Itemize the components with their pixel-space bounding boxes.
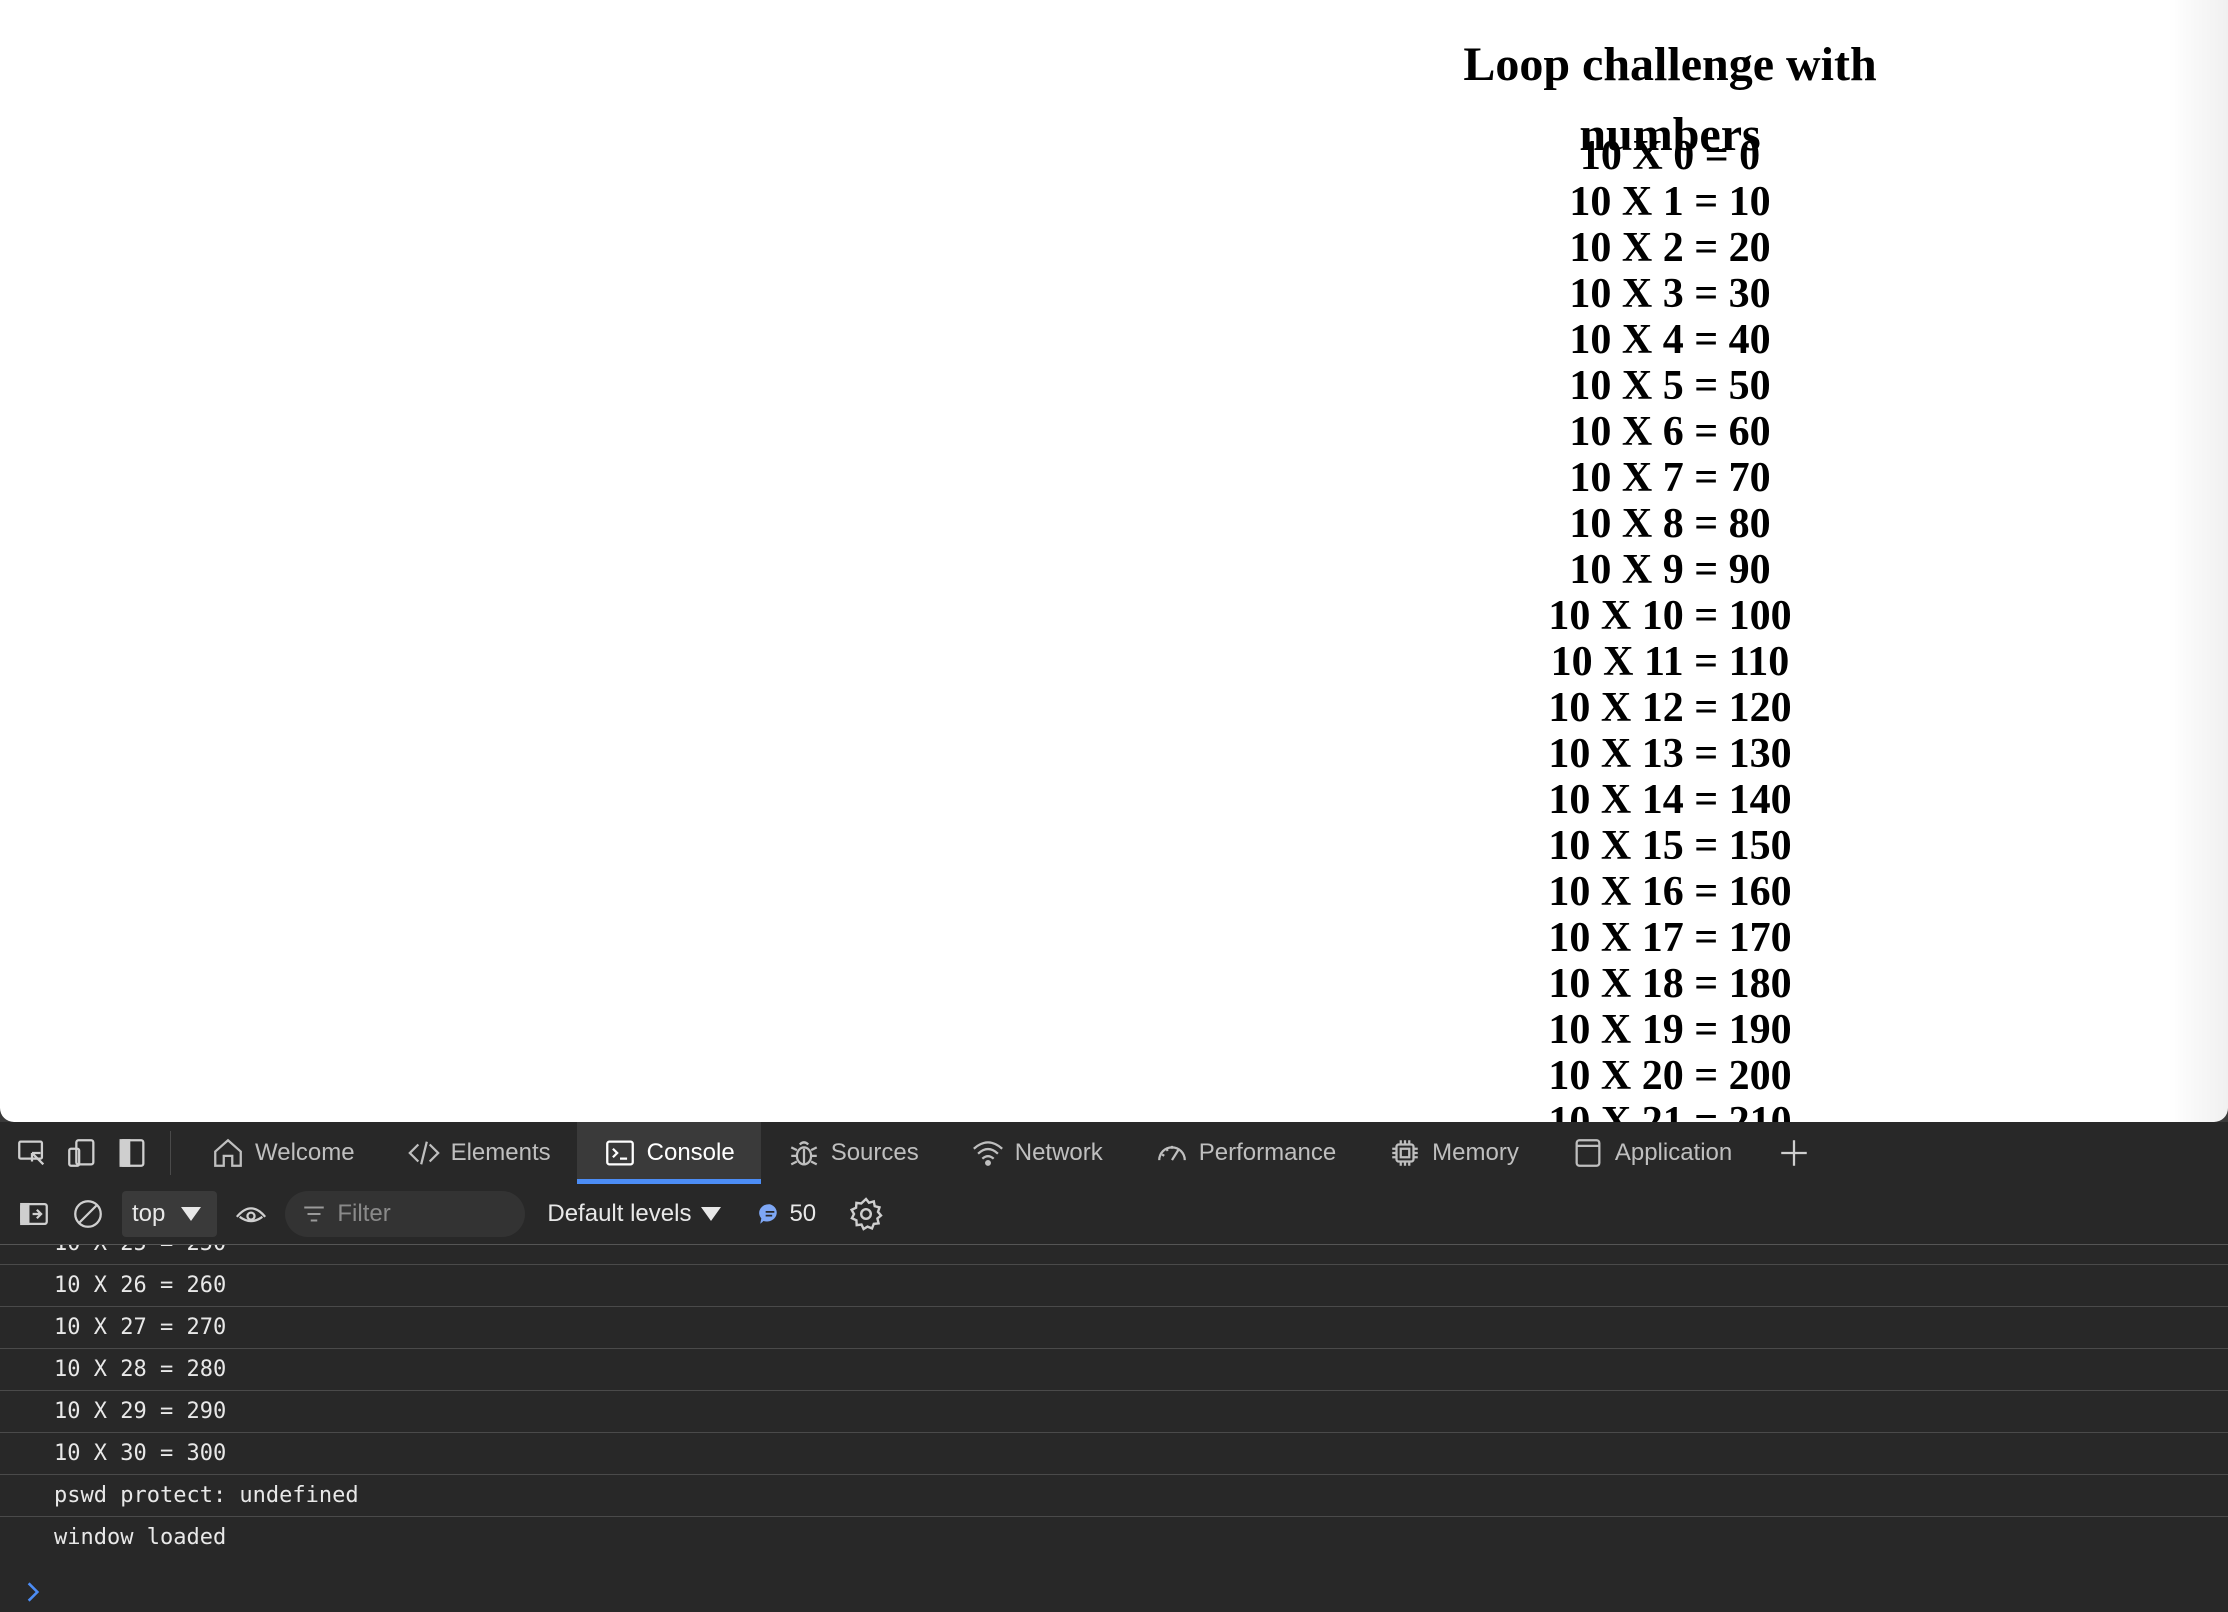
tab-elements[interactable]: Elements xyxy=(381,1122,577,1184)
tab-label: Application xyxy=(1614,1139,1733,1166)
sidebar-toggle-icon xyxy=(20,1202,48,1226)
tab-label: Performance xyxy=(1198,1139,1337,1166)
log-levels-dropdown[interactable]: Default levels xyxy=(547,1200,722,1228)
tab-console[interactable]: Console xyxy=(576,1122,761,1184)
tab-welcome[interactable]: Welcome xyxy=(185,1122,381,1184)
inspect-element-icon[interactable] xyxy=(14,1135,50,1171)
console-icon xyxy=(605,1140,634,1166)
tab-label: Console xyxy=(646,1139,735,1166)
console-message: pswd protect: undefined xyxy=(0,1475,2228,1517)
filter-box[interactable] xyxy=(285,1191,526,1237)
console-toolbar: top Default levels 50 xyxy=(0,1184,2228,1245)
dock-side-icon[interactable] xyxy=(114,1135,150,1171)
gauge-icon xyxy=(1157,1145,1186,1161)
plus-icon xyxy=(1781,1140,1808,1166)
devtools-tabbar: Welcome Elements Console Sources Network… xyxy=(0,1122,2228,1185)
list-item: 10 X 6 = 60 xyxy=(1569,409,1771,455)
chip-icon xyxy=(1392,1140,1418,1166)
list-item: 10 X 12 = 120 xyxy=(1548,685,1792,731)
list-item: 10 X 11 = 110 xyxy=(1550,639,1790,685)
list-item: 10 X 19 = 190 xyxy=(1548,1007,1792,1053)
tab-label: Welcome xyxy=(255,1139,355,1166)
home-icon xyxy=(214,1138,242,1167)
list-item: 10 X 14 = 140 xyxy=(1548,777,1792,823)
console-message: 10 X 28 = 280 xyxy=(0,1349,2228,1391)
list-item: 10 X 15 = 150 xyxy=(1548,823,1792,869)
console-prompt[interactable] xyxy=(18,1577,48,1607)
tab-application[interactable]: Application xyxy=(1545,1122,1758,1184)
clear-console-button[interactable] xyxy=(68,1194,108,1234)
list-item: 10 X 5 = 50 xyxy=(1569,363,1771,409)
list-item: 10 X 3 = 30 xyxy=(1569,271,1771,317)
tab-network[interactable]: Network xyxy=(945,1122,1129,1184)
console-message: 10 X 29 = 290 xyxy=(0,1391,2228,1433)
log-levels-label: Default levels xyxy=(547,1200,692,1227)
message-count: 50 xyxy=(789,1200,817,1227)
list-item: 10 X 13 = 130 xyxy=(1548,731,1792,777)
tab-memory[interactable]: Memory xyxy=(1362,1122,1545,1184)
list-item: 10 X 10 = 100 xyxy=(1548,593,1792,639)
devtools-panel: Welcome Elements Console Sources Network… xyxy=(0,1122,2228,1612)
console-message: 10 X 30 = 300 xyxy=(0,1433,2228,1475)
list-item: 10 X 16 = 160 xyxy=(1548,869,1792,915)
tab-sources[interactable]: Sources xyxy=(761,1122,945,1184)
list-item: 10 X 1 = 10 xyxy=(1569,179,1771,225)
gear-icon xyxy=(850,1197,883,1231)
console-message: 10 X 25 = 250 xyxy=(0,1245,2228,1265)
viewport-edge-shadow xyxy=(2168,0,2228,1122)
multiplication-list: 10 X 0 = 0 10 X 1 = 10 10 X 2 = 20 10 X … xyxy=(1370,128,1970,1122)
clear-icon xyxy=(74,1200,102,1228)
device-emulation-icon[interactable] xyxy=(64,1135,100,1171)
console-settings-button[interactable] xyxy=(846,1194,886,1234)
tab-label: Sources xyxy=(830,1139,919,1166)
console-message: window loaded xyxy=(54,1525,227,1550)
page-viewport: Loop challenge with numbers 10 X 0 = 0 1… xyxy=(0,0,2228,1122)
tab-performance[interactable]: Performance xyxy=(1129,1122,1362,1184)
wifi-icon xyxy=(972,1141,1003,1166)
chevron-down-icon xyxy=(701,1207,722,1221)
list-item: 10 X 18 = 180 xyxy=(1548,961,1792,1007)
filter-icon xyxy=(304,1206,325,1222)
bug-icon xyxy=(790,1141,817,1166)
live-expression-button[interactable] xyxy=(231,1194,271,1234)
context-value: top xyxy=(132,1200,166,1227)
list-item: 10 X 21 = 210 xyxy=(1548,1099,1792,1122)
tabbar-divider xyxy=(170,1131,171,1175)
console-output[interactable]: 10 X 25 = 250 10 X 26 = 260 10 X 27 = 27… xyxy=(0,1245,2228,1612)
list-item: 10 X 8 = 80 xyxy=(1569,501,1771,547)
message-icon xyxy=(759,1204,778,1224)
application-icon xyxy=(1575,1139,1601,1167)
chevron-down-icon xyxy=(181,1207,202,1221)
list-item: 10 X 17 = 170 xyxy=(1548,915,1792,961)
list-item: 10 X 4 = 40 xyxy=(1569,317,1771,363)
tab-label: Memory xyxy=(1432,1139,1519,1166)
code-icon xyxy=(407,1141,440,1165)
list-item: 10 X 9 = 90 xyxy=(1569,547,1771,593)
tab-label: Elements xyxy=(450,1139,551,1166)
list-item: 10 X 0 = 0 xyxy=(1579,133,1761,179)
list-item: 10 X 2 = 20 xyxy=(1569,225,1771,271)
add-tab-button[interactable] xyxy=(1774,1133,1814,1173)
filter-input[interactable] xyxy=(335,1199,510,1229)
show-sidebar-button[interactable] xyxy=(14,1194,54,1234)
eye-icon xyxy=(236,1207,267,1223)
tab-label: Network xyxy=(1014,1139,1103,1166)
list-item: 10 X 20 = 200 xyxy=(1548,1053,1792,1099)
console-message: 10 X 27 = 270 xyxy=(0,1307,2228,1349)
console-message: 10 X 26 = 260 xyxy=(0,1265,2228,1307)
message-count-badge[interactable]: 50 xyxy=(757,1200,816,1228)
context-selector[interactable]: top xyxy=(122,1191,218,1237)
list-item: 10 X 7 = 70 xyxy=(1569,455,1771,501)
chevron-right-icon xyxy=(27,1582,40,1602)
